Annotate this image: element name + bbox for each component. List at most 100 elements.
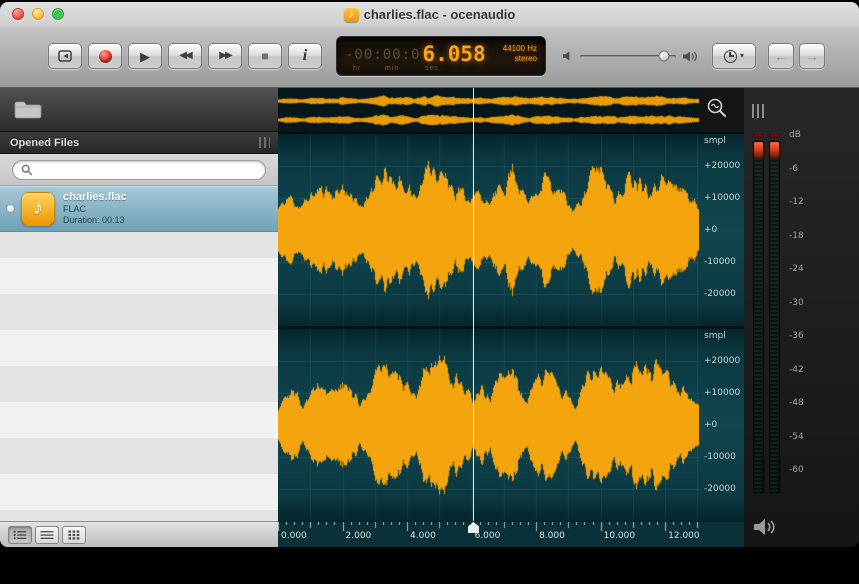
view-grid-button[interactable]	[62, 526, 86, 544]
folder-icon[interactable]	[13, 99, 43, 120]
channel-right[interactable]: smpl +20000 +10000 +0 -10000 -20000	[278, 329, 744, 521]
axis-value-label: -10000	[704, 257, 736, 267]
view-detail-list-button[interactable]	[8, 526, 32, 544]
info-button[interactable]: i	[288, 43, 322, 69]
level-meters: dB-6-12-18-24-30-36-42-48-54-60	[744, 134, 859, 493]
db-tick-label: -12	[789, 197, 804, 207]
titlebar: ♪ charlies.flac - ocenaudio	[0, 2, 859, 26]
grid-icon	[68, 530, 80, 540]
stop-button[interactable]: ■	[248, 43, 282, 69]
axis-value-label: +0	[704, 420, 717, 430]
amplitude-axis-right: smpl +20000 +10000 +0 -10000 -20000	[699, 329, 744, 521]
overview-left-channel[interactable]	[278, 93, 699, 109]
view-list-button[interactable]	[35, 526, 59, 544]
arrow-right-icon: →	[805, 49, 819, 63]
file-list: ♪ charlies.flac FLAC Duration: 00:13	[0, 186, 278, 521]
sidebar-bottom-bar	[0, 521, 278, 547]
volume-high-icon	[682, 50, 698, 63]
volume-control	[562, 50, 698, 63]
timeline-label: 12.000	[668, 531, 700, 541]
channel-left[interactable]: smpl+20000+10000+0-10000-20000	[278, 134, 744, 326]
db-scale: dB-6-12-18-24-30-36-42-48-54-60	[789, 134, 823, 486]
waveform-left-canvas[interactable]	[278, 134, 699, 326]
playhead-line	[473, 88, 474, 521]
rewind-icon: ◀◀	[179, 51, 190, 61]
format-readout: 44100 Hz stereo	[503, 44, 537, 64]
skip-to-start-button[interactable]	[48, 43, 82, 69]
info-icon: i	[303, 48, 307, 64]
db-tick-label: -54	[789, 432, 804, 442]
axis-value-label: +20000	[704, 356, 740, 366]
axis-value-label: -20000	[704, 484, 736, 494]
clip-segment	[754, 142, 763, 158]
app-icon: ♪	[344, 7, 359, 22]
monitor-speaker-icon[interactable]	[753, 517, 777, 537]
timeline-label: 8.000	[539, 531, 565, 541]
time-format-button[interactable]: ▾	[712, 43, 756, 69]
db-tick-label: -42	[789, 365, 804, 375]
db-tick-label: -48	[789, 398, 804, 408]
window-title-text: charlies.flac - ocenaudio	[364, 7, 516, 22]
detail-list-icon	[13, 530, 27, 540]
app-window: ♪ charlies.flac - ocenaudio ▶ ◀◀ ▶▶ ■ i	[0, 2, 859, 547]
search-input[interactable]	[38, 162, 257, 178]
meter-panel-top	[744, 88, 859, 134]
transport-controls: ▶ ◀◀ ▶▶ ■ i	[48, 43, 322, 69]
axis-unit-label: smpl	[704, 331, 726, 341]
record-button[interactable]	[88, 43, 122, 69]
chevron-down-icon: ▾	[740, 52, 744, 60]
db-tick-label: -30	[789, 298, 804, 308]
overview-corner	[699, 88, 744, 132]
forward-button[interactable]: →	[799, 43, 825, 69]
skip-to-start-icon	[57, 48, 73, 64]
volume-slider-thumb[interactable]	[659, 51, 670, 62]
timeline-label: 10.000	[604, 531, 636, 541]
zoom-tool-icon[interactable]	[705, 96, 731, 122]
timeline-label: 4.000	[410, 531, 436, 541]
axis-value-label: -20000	[704, 289, 736, 299]
axis-value-label: +10000	[704, 388, 740, 398]
overview-strip	[278, 88, 744, 134]
search-icon	[21, 164, 33, 176]
audio-file-icon: ♪	[21, 192, 55, 226]
search-field[interactable]	[12, 160, 266, 180]
axis-value-label: -10000	[704, 452, 736, 462]
level-meter-left	[753, 141, 764, 493]
db-unit-label: dB	[789, 130, 801, 140]
file-duration: Duration: 00:13	[63, 215, 127, 226]
file-format: FLAC	[63, 204, 127, 215]
volume-slider[interactable]	[580, 55, 676, 58]
play-button[interactable]: ▶	[128, 43, 162, 69]
meter-right	[769, 134, 780, 493]
clock-icon	[724, 50, 737, 63]
db-tick-label: -6	[789, 164, 798, 174]
back-button[interactable]: ←	[768, 43, 794, 69]
sidebar: Opened Files ♪ charlies.flac	[0, 88, 278, 547]
list-item[interactable]: ♪ charlies.flac FLAC Duration: 00:13	[0, 186, 278, 232]
panel-drag-handle-icon[interactable]	[752, 104, 765, 118]
axis-value-label: +10000	[704, 193, 740, 203]
fast-forward-button[interactable]: ▶▶	[208, 43, 242, 69]
db-tick-label: -36	[789, 331, 804, 341]
axis-unit-label: smpl	[704, 136, 726, 146]
note-icon: ♪	[349, 9, 354, 20]
waveform-area: smpl +20000 +10000 +0 -10000 -20000 smpl +2000…	[278, 88, 744, 547]
overview-right-channel[interactable]	[278, 112, 699, 128]
time-display-row: -00:00:0 6.058 44100 Hz stereo	[345, 40, 537, 64]
drag-handle-icon[interactable]	[259, 137, 270, 148]
record-icon	[99, 50, 112, 63]
list-icon	[40, 530, 54, 540]
level-meter-right	[769, 141, 780, 493]
time-bright-digits: 6.058	[422, 44, 485, 64]
channels: smpl +20000 +10000 +0 -10000 -20000 smpl +2000…	[278, 134, 744, 521]
sample-rate-label: 44100 Hz	[503, 44, 537, 54]
volume-low-icon	[562, 50, 574, 62]
timeline-ruler[interactable]: 0.0002.0004.0006.0008.00010.00012.000	[278, 521, 744, 547]
rewind-button[interactable]: ◀◀	[168, 43, 202, 69]
clip-segment	[770, 142, 779, 158]
overview-waves[interactable]	[278, 88, 699, 132]
unit-hr-label: hr	[353, 65, 361, 72]
unit-min-label: min	[385, 65, 399, 72]
waveform-right-canvas[interactable]	[278, 329, 699, 521]
file-meta: charlies.flac FLAC Duration: 00:13	[63, 191, 127, 226]
